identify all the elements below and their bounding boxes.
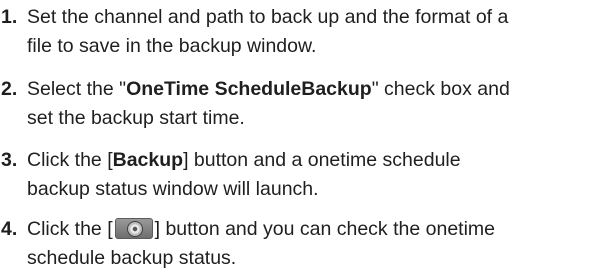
step-text-line: Click the [Backup] button and a onetime …	[27, 146, 597, 175]
step-text-line: Select the "OneTime ScheduleBackup" chec…	[27, 75, 597, 104]
backup-status-disc-icon	[114, 218, 153, 239]
step-text-line: schedule backup status.	[27, 247, 237, 269]
step-number: 4.	[1, 218, 18, 240]
step-number: 2.	[1, 78, 18, 100]
checkbox-name: OneTime ScheduleBackup	[126, 78, 372, 100]
step-text: " check box and	[371, 78, 510, 100]
step-text-line: Click the [ ] button and you can check th…	[27, 215, 597, 244]
step-text-line: file to save in the backup window.	[27, 35, 317, 57]
step-text: ] button and a onetime schedule	[183, 149, 461, 171]
button-name: Backup	[112, 149, 184, 171]
step-text: Click the [	[27, 149, 113, 171]
step-text: ] button and you can check the onetime	[154, 218, 496, 240]
disc-icon	[126, 221, 143, 237]
step-text: Click the [	[27, 218, 113, 240]
step-1: 1. Set the channel and path to back up a…	[0, 3, 597, 61]
step-text: Select the "	[27, 78, 127, 100]
step-text-line: Set the channel and path to back up and …	[27, 6, 509, 28]
step-number: 1.	[1, 6, 18, 28]
step-number: 3.	[1, 149, 18, 171]
step-3: 3. Click the [Backup] button and a oneti…	[0, 146, 597, 204]
step-4: 4. Click the [ ] button and you can check…	[0, 215, 597, 273]
step-text-line: backup status window will launch.	[27, 178, 319, 200]
step-2: 2. Select the "OneTime ScheduleBackup" c…	[0, 75, 597, 133]
step-text-line: set the backup start time.	[27, 107, 245, 129]
